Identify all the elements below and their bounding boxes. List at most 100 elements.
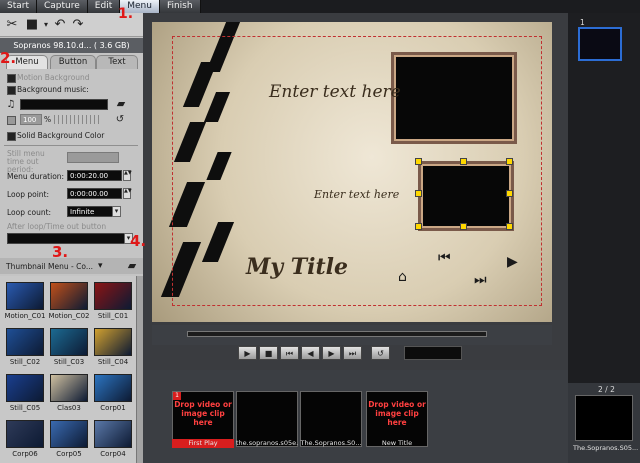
tools-icon[interactable]: ✂	[4, 17, 20, 33]
menu-page-strip: 1	[568, 13, 640, 383]
home-button[interactable]: ⏮	[280, 346, 299, 360]
menu-preview-canvas[interactable]: Enter text here Enter text here My Title…	[152, 22, 552, 322]
volume-slider[interactable]	[54, 115, 102, 124]
chevron-down-icon[interactable]: ▾	[112, 206, 121, 217]
prev-frame-button[interactable]: ◀	[301, 346, 320, 360]
thumbnail-label: Still_C01	[97, 312, 129, 320]
thumbnail-item[interactable]	[6, 282, 44, 310]
title-thumbnail[interactable]	[575, 395, 633, 441]
thumbnail-item[interactable]	[94, 282, 132, 310]
thumbnail-item[interactable]	[6, 374, 44, 402]
solid-background-checkbox[interactable]	[7, 132, 16, 141]
open-folder-icon[interactable]: ▰	[113, 96, 129, 112]
motion-background-checkbox[interactable]	[7, 74, 16, 83]
right-preview-panel: 2 / 2 The.Sopranos.S05...	[568, 383, 640, 463]
thumbnail-label: Motion_C02	[48, 312, 90, 320]
thumbnail-label: Corp05	[56, 450, 82, 458]
thumbnail-label: Still_C03	[53, 358, 85, 366]
volume-input[interactable]: 100	[20, 114, 42, 125]
thumbnail-header: Thumbnail Menu - Co... ▾ ▰	[0, 258, 143, 274]
thumbnail-item[interactable]	[6, 328, 44, 356]
menu-duration-label: Menu duration:	[7, 172, 65, 181]
loop-count-label: Loop count:	[7, 208, 52, 217]
tab-capture[interactable]: Capture	[37, 0, 88, 13]
music-note-icon: ♫	[6, 99, 16, 110]
loop-point-label: Loop point:	[7, 190, 50, 199]
page-badge: 1	[580, 18, 585, 27]
next-frame-button[interactable]: ▶	[322, 346, 341, 360]
drop-text: Drop video or image clip here	[368, 400, 426, 427]
preview-scrub-bar[interactable]	[152, 325, 552, 345]
thumbnail-label: Still_C02	[9, 358, 41, 366]
loop-point-input[interactable]: 0:00:00.00	[67, 188, 122, 199]
menu-page-thumbnail[interactable]	[578, 27, 622, 61]
thumbnail-item[interactable]	[50, 420, 88, 448]
reset-icon[interactable]: ↺	[112, 112, 128, 128]
main-menu-bar: Start Capture Edit Menu Finish	[0, 0, 640, 13]
play-button[interactable]: ▶	[238, 346, 257, 360]
volume-unit: %	[44, 115, 52, 124]
undo-icon[interactable]: ↶	[52, 17, 68, 33]
thumbnail-label: Motion_C01	[4, 312, 46, 320]
thumbnail-item[interactable]	[94, 328, 132, 356]
volume-speaker-icon	[7, 116, 16, 125]
new-title-label: New Title	[381, 439, 413, 447]
scrub-track[interactable]	[187, 331, 487, 337]
clip-label: The.Sopranos.S0...	[300, 439, 362, 447]
thumbnail-category-select[interactable]: Thumbnail Menu - Co...	[6, 262, 93, 271]
open-folder-icon[interactable]: ▰	[124, 258, 140, 274]
button-frame-1[interactable]	[391, 52, 517, 144]
play-icon[interactable]: ▶	[507, 254, 518, 270]
panel-tab-button[interactable]: Button	[50, 55, 96, 69]
repeat-button[interactable]: ↺	[371, 346, 390, 360]
annotation-4: 4.	[130, 232, 147, 250]
thumbnail-item[interactable]	[6, 420, 44, 448]
button-text-2[interactable]: Enter text here	[314, 188, 399, 201]
end-button[interactable]: ⏭	[343, 346, 362, 360]
annotation-3: 3.	[52, 243, 69, 261]
timecode-display	[404, 346, 462, 360]
playback-controls: ▶ ■ ⏮ ◀ ▶ ⏭ ↺	[228, 346, 478, 364]
previous-page-icon[interactable]: ⏮	[438, 250, 451, 266]
thumbnail-label: Corp01	[100, 404, 126, 412]
menu-title[interactable]: My Title	[246, 254, 348, 280]
thumbnail-item[interactable]	[50, 374, 88, 402]
background-music-label: Background music:	[17, 85, 89, 94]
chevron-down-icon[interactable]: ▾	[98, 261, 103, 271]
thumbnail-scrollbar[interactable]	[136, 276, 143, 463]
still-menu-timeout-field[interactable]	[67, 152, 119, 163]
still-menu-timeout-label: Still menu time out period:	[7, 149, 45, 174]
thumbnail-label: Still_C05	[9, 404, 41, 412]
redo-icon[interactable]: ↷	[70, 17, 86, 33]
thumbnail-item[interactable]	[94, 374, 132, 402]
after-loop-label: After loop/Time out button	[7, 222, 107, 231]
button-text-1[interactable]: Enter text here	[269, 82, 401, 102]
stop-button[interactable]: ■	[259, 346, 278, 360]
tab-start[interactable]: Start	[0, 0, 37, 13]
motion-background-label: Motion Background	[17, 73, 90, 82]
background-music-field[interactable]	[20, 99, 108, 110]
solid-background-label: Solid Background Color	[17, 131, 105, 140]
thumbnail-label: Corp04	[100, 450, 126, 458]
tab-edit[interactable]: Edit	[87, 0, 121, 13]
menu-duration-spinner[interactable]: ▲▼	[123, 170, 132, 181]
thumbnail-item[interactable]	[94, 420, 132, 448]
loop-point-spinner[interactable]: ▲▼	[123, 188, 132, 199]
thumbnail-label: Still_C04	[97, 358, 129, 366]
tab-finish[interactable]: Finish	[159, 0, 201, 13]
page-count: 2 / 2	[598, 385, 615, 394]
annotation-2: 2.	[0, 49, 17, 67]
panel-tab-text[interactable]: Text	[96, 55, 138, 69]
project-file-label: Sopranos 98.10.d... ( 3.6 GB)	[0, 38, 143, 53]
thumbnail-label: Clas03	[57, 404, 81, 412]
button-frame-2[interactable]	[418, 161, 514, 231]
thumbnail-item[interactable]	[50, 282, 88, 310]
thumbnail-item[interactable]	[50, 328, 88, 356]
thumbnail-label: Corp06	[12, 450, 38, 458]
clip-label: the.sopranos.s05e...	[236, 439, 298, 447]
home-icon[interactable]: ⌂	[398, 269, 407, 285]
background-music-checkbox[interactable]	[7, 86, 16, 95]
next-page-icon[interactable]: ⏭	[474, 272, 487, 288]
menu-duration-input[interactable]: 0:00:20.00	[67, 170, 122, 181]
title-label: The.Sopranos.S05...	[573, 444, 639, 452]
